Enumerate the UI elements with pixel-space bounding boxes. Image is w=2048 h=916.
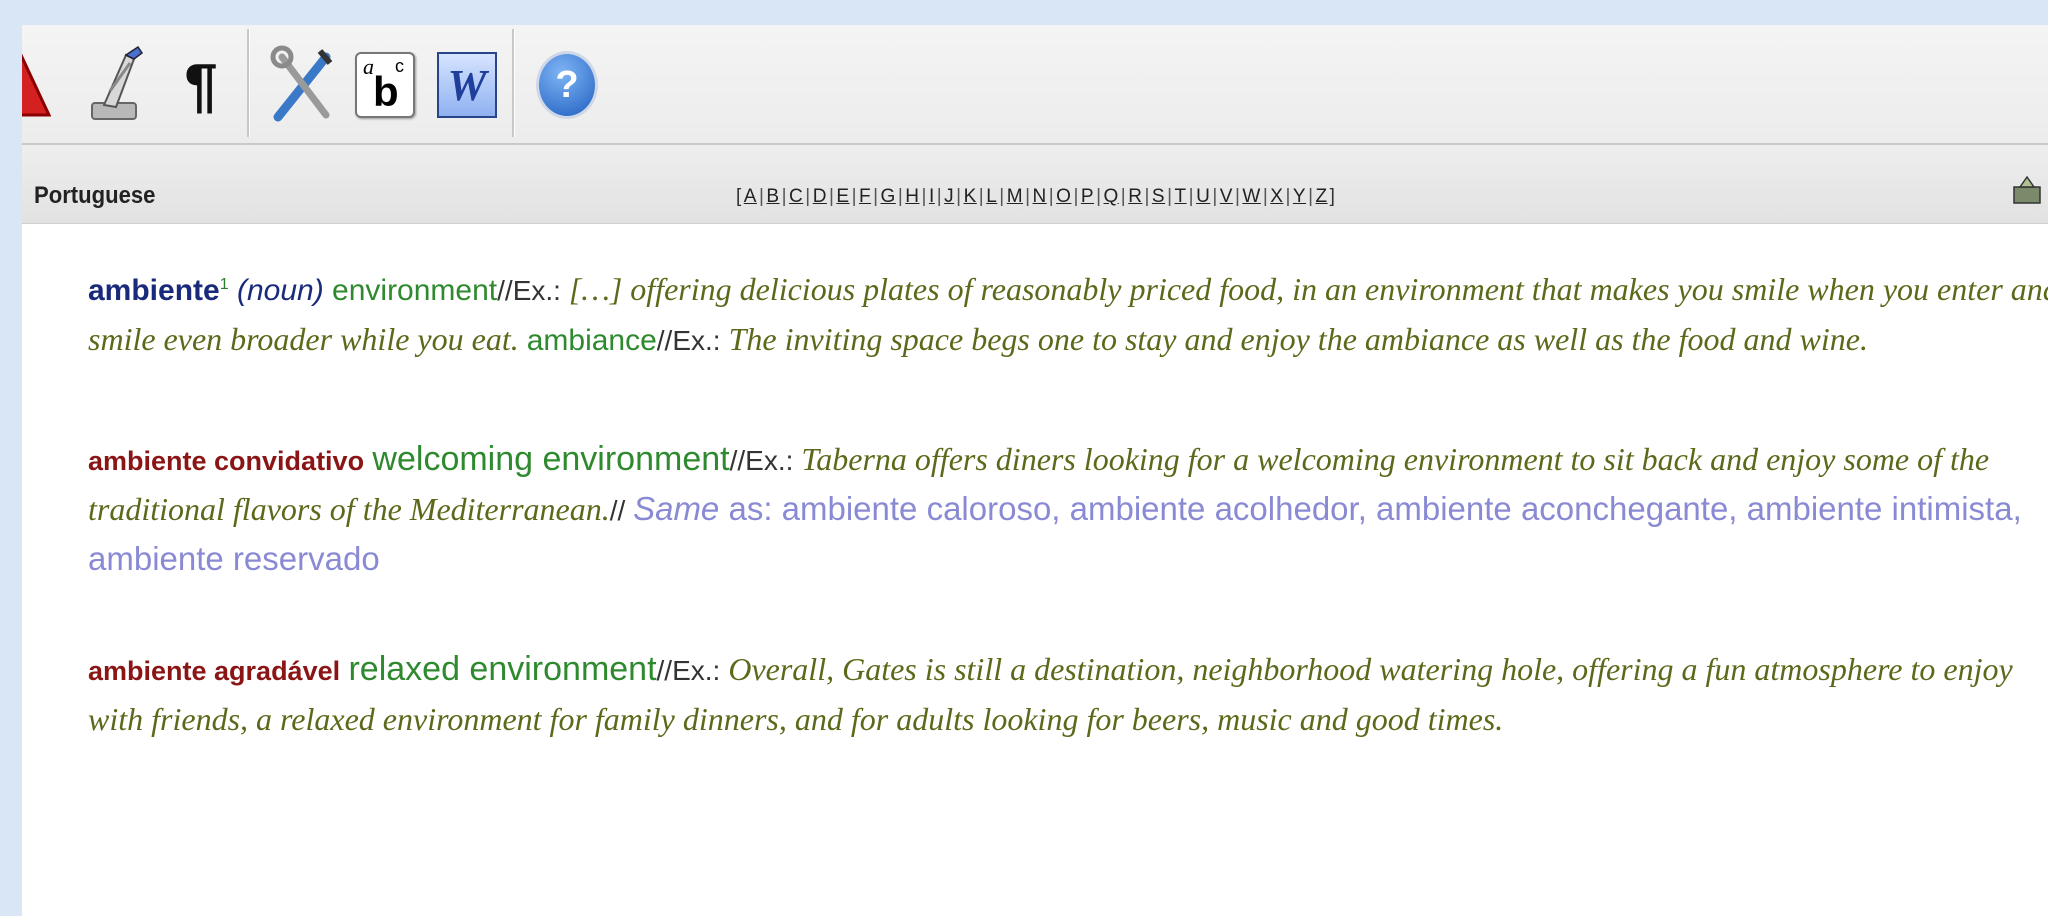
abc-icon[interactable]: a b c: [346, 37, 424, 133]
letter-index: [ A | B | C | D | E | F | G | H | I | J | K | L | M | N | O | P | Q | R | S |…: [736, 186, 1335, 208]
pilcrow-icon[interactable]: ¶: [162, 37, 240, 133]
part-of-speech: (noun): [236, 274, 324, 307]
translation: welcoming environment: [372, 440, 730, 478]
letter-link[interactable]: U: [1194, 186, 1212, 208]
letter-link[interactable]: D: [811, 186, 829, 208]
letter-link[interactable]: S: [1150, 186, 1167, 208]
sense-number: 1: [219, 276, 229, 293]
abc-box: a b c: [355, 52, 415, 118]
letter-link[interactable]: T: [1173, 186, 1189, 208]
entry-ambiente-convidativo: ambiente convidativo welcoming environme…: [88, 435, 2048, 585]
letter-link[interactable]: V: [1218, 186, 1235, 208]
letter-link[interactable]: H: [903, 186, 921, 208]
help-circle: ?: [536, 51, 598, 119]
headword: ambiente convidativo: [88, 446, 365, 476]
letter-link[interactable]: X: [1268, 186, 1285, 208]
pilcrow-glyph: ¶: [184, 51, 218, 119]
toolbar-separator: [247, 29, 250, 137]
letter-link[interactable]: I: [927, 186, 937, 208]
paint-brush-icon[interactable]: [80, 37, 158, 133]
toolbar-separator: [512, 29, 515, 137]
letter-link[interactable]: N: [1031, 186, 1049, 208]
word-box: W: [437, 52, 497, 118]
translation: environment: [332, 274, 498, 307]
index-bar: Portuguese [ A | B | C | D | E | F | G | H | I | J | K | L | M | N…: [22, 145, 2048, 224]
headword: ambiente: [88, 274, 220, 307]
letter-link[interactable]: A: [742, 186, 759, 208]
letter-link[interactable]: C: [787, 186, 805, 208]
example-label: Ex.:: [745, 445, 794, 476]
separator: //: [729, 445, 746, 476]
example-text: The inviting space begs one to stay and …: [720, 321, 1868, 357]
word-glyph: W: [447, 60, 487, 110]
dictionary-window: ¶ a b c W ? Portuguese [A | B | C | D |…: [22, 25, 2048, 916]
bracket-close: ]: [1329, 186, 1336, 207]
export-icon[interactable]: [2012, 175, 2042, 205]
example-label: Ex.:: [672, 325, 721, 356]
translation: ambiance: [526, 324, 657, 357]
entries-list: ambiente1 (noun) environment//Ex.: […] o…: [62, 265, 2048, 745]
letter-link[interactable]: R: [1126, 186, 1144, 208]
letter-link[interactable]: B: [764, 186, 781, 208]
letter-link[interactable]: J: [942, 186, 956, 208]
letter-link[interactable]: Z: [1314, 186, 1330, 208]
example-label: Ex.:: [512, 275, 561, 306]
entry-ambiente: ambiente1 (noun) environment//Ex.: […] o…: [88, 265, 2048, 365]
letter-link[interactable]: L: [984, 186, 999, 208]
letter-link[interactable]: E: [834, 186, 851, 208]
entry-ambiente-agradavel: ambiente agradável relaxed environment//…: [88, 645, 2048, 745]
letter-link[interactable]: G: [879, 186, 898, 208]
letter-link[interactable]: Y: [1291, 186, 1308, 208]
abc-c: c: [395, 56, 404, 76]
language-label: Portuguese: [34, 182, 156, 209]
letter-link[interactable]: O: [1054, 186, 1073, 208]
warning-icon[interactable]: [22, 37, 60, 133]
letter-link[interactable]: P: [1079, 186, 1096, 208]
headword: ambiente agradável: [88, 656, 341, 686]
help-icon[interactable]: ?: [528, 37, 606, 133]
letter-link[interactable]: M: [1005, 186, 1025, 208]
letter-link[interactable]: W: [1240, 186, 1262, 208]
separator: //: [609, 495, 634, 526]
word-icon[interactable]: W: [428, 37, 506, 133]
letter-link[interactable]: F: [857, 186, 873, 208]
example-label: Ex.:: [672, 655, 721, 686]
separator: //: [497, 275, 513, 306]
same-as-label: Same: [633, 490, 720, 527]
toolbar: ¶ a b c W ?: [22, 25, 2048, 145]
tools-icon[interactable]: [264, 37, 342, 133]
separator: //: [656, 325, 673, 356]
letter-link[interactable]: K: [962, 186, 979, 208]
letter-link[interactable]: Q: [1102, 186, 1121, 208]
separator: //: [656, 655, 673, 686]
translation: relaxed environment: [348, 650, 657, 688]
help-glyph: ?: [555, 63, 579, 106]
